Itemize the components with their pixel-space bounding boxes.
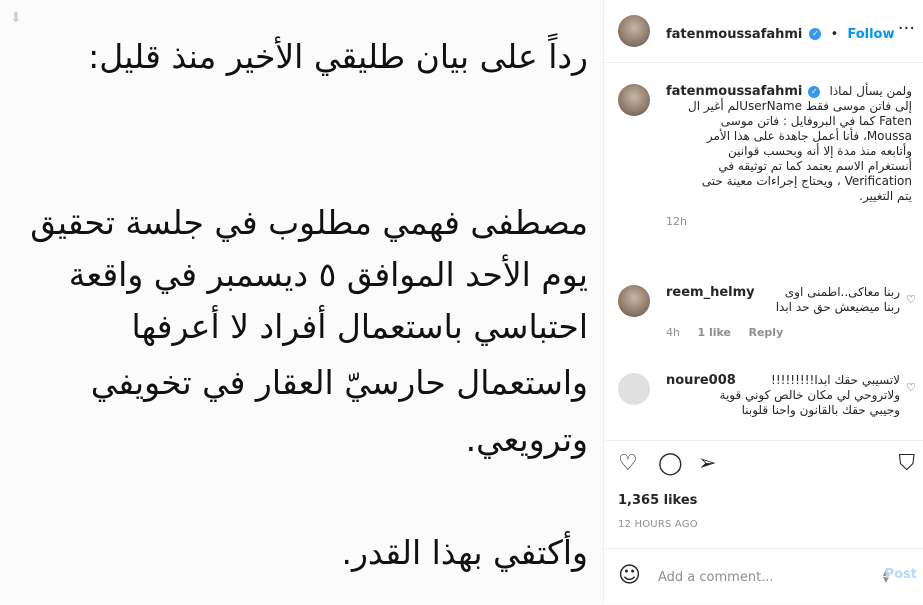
comment-likes[interactable]: 1 like <box>697 326 731 339</box>
comment-body: reem_helmy ربنا معاكى..اطمنى اوى ربنا مي… <box>666 285 900 340</box>
image-text-line: مصطفى فهمي مطلوب في جلسة تحقيق <box>30 203 588 242</box>
image-text-line: رداً على بيان طليقي الأخير منذ قليل: <box>88 37 588 76</box>
follow-button[interactable]: Follow <box>847 27 894 42</box>
caption-body: fatenmoussafahmi ✓ ولمن يسأل لماذا إلى ف… <box>666 84 912 229</box>
download-arrow-icon: ⬇ <box>10 10 22 26</box>
post-container: ⬇ رداً على بيان طليقي الأخير منذ قليل: م… <box>0 0 923 604</box>
comment-line: ولاتروحي لي مكان خالص كوني قوية <box>719 388 900 402</box>
image-text-line: واستعمال حارسيّ العقار في تخويفي <box>90 363 588 402</box>
post-actions: ♡ ◯ ➢ ⛉ 1,365 likes 12 HOURS AGO <box>604 440 923 561</box>
caption-line: يتم التغيير. <box>859 189 912 203</box>
add-comment-bar: ☺ ▲▼ Post <box>604 548 923 605</box>
commenter-username[interactable]: reem_helmy <box>666 285 755 300</box>
caption-line: إلى فاتن موسى فقط UserNameلم أغير ال <box>688 99 912 113</box>
comment-bubble-icon[interactable]: ◯ <box>658 451 683 476</box>
add-comment-input[interactable] <box>656 565 860 589</box>
separator-dot: • <box>830 27 839 42</box>
post-timestamp[interactable]: 12 HOURS AGO <box>618 519 698 530</box>
share-send-icon[interactable]: ➢ <box>698 451 716 476</box>
caption: fatenmoussafahmi ✓ ولمن يسأل لماذا إلى ف… <box>618 84 918 264</box>
verified-badge-icon: ✓ <box>808 85 821 98</box>
comment-item: noure008 لاتسيبي حقك ابدا!!!!!!!!! ولاتر… <box>618 373 918 439</box>
likes-count[interactable]: 1,365 likes <box>618 493 697 508</box>
commenter-avatar[interactable] <box>618 285 650 317</box>
post-image: ⬇ رداً على بيان طليقي الأخير منذ قليل: م… <box>0 0 604 604</box>
comment-meta: 4h 1 like Reply <box>666 325 900 340</box>
caption-avatar[interactable] <box>618 84 650 116</box>
caption-username[interactable]: fatenmoussafahmi <box>666 84 802 99</box>
like-comment-heart-icon[interactable]: ♡ <box>906 293 916 306</box>
more-options-icon[interactable]: ··· <box>898 18 915 39</box>
comment-body: noure008 لاتسيبي حقك ابدا!!!!!!!!! ولاتر… <box>666 373 900 418</box>
comment-line: ربنا ميضيعش حق حد ابدا <box>775 300 900 314</box>
commenter-username[interactable]: noure008 <box>666 373 736 388</box>
header-line: fatenmoussafahmi ✓ • Follow <box>666 23 894 42</box>
like-comment-heart-icon[interactable]: ♡ <box>906 381 916 394</box>
save-bookmark-icon[interactable]: ⛉ <box>898 451 915 476</box>
like-heart-icon[interactable]: ♡ <box>618 451 638 476</box>
reply-button[interactable]: Reply <box>749 326 784 339</box>
comments-list[interactable]: fatenmoussafahmi ✓ ولمن يسأل لماذا إلى ف… <box>604 63 923 439</box>
caption-line: وأتابعه منذ مدة إلا أنه وبحسب قوانين <box>728 144 912 158</box>
post-sidebar: fatenmoussafahmi ✓ • Follow ··· fatenmou… <box>604 0 923 604</box>
comment-line: وجيبي حقك بالقانون واحنا قلوبنا <box>741 403 900 417</box>
image-text-line: احتباسي باستعمال أفراد لا أعرفها <box>131 307 588 346</box>
author-avatar[interactable] <box>618 15 650 47</box>
author-username[interactable]: fatenmoussafahmi <box>666 27 802 42</box>
image-text-line: وأكتفي بهذا القدر. <box>341 533 588 572</box>
caption-line: Faten كما في البروفايل : فاتن موسى <box>720 114 912 128</box>
commenter-avatar[interactable] <box>618 373 650 405</box>
caption-line: Moussa، فأنا أعمل جاهدة على هذا الأمر <box>706 129 912 143</box>
emoji-icon[interactable]: ☺ <box>618 563 641 588</box>
image-text-line: يوم الأحد الموافق ٥ ديسمبر في واقعة <box>68 255 588 294</box>
post-header: fatenmoussafahmi ✓ • Follow ··· <box>604 0 923 63</box>
caption-line: أنستغرام الاسم يعتمد كما تم توثيقه في <box>718 159 912 173</box>
caption-line: Verification ، ويحتاج إجراءات معينة حتى <box>701 174 912 188</box>
caption-time: 12h <box>666 215 687 228</box>
post-comment-button[interactable]: Post <box>885 567 917 582</box>
verified-badge-icon: ✓ <box>809 27 822 40</box>
image-text-line: وترويعي. <box>465 420 588 459</box>
comment-item: reem_helmy ربنا معاكى..اطمنى اوى ربنا مي… <box>618 285 918 355</box>
comment-time: 4h <box>666 326 680 339</box>
